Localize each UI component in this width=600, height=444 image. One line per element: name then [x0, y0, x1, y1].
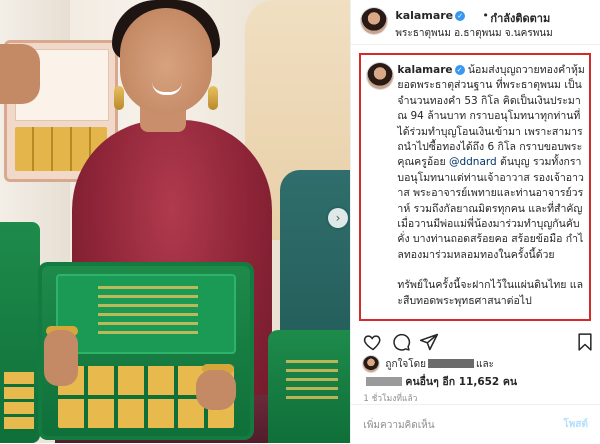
redacted-text [366, 377, 403, 386]
header-separator: • [482, 9, 489, 22]
photo-green-box-left [0, 222, 40, 443]
heart-icon[interactable] [363, 332, 383, 352]
photo-earring [208, 86, 218, 110]
comment-icon[interactable] [391, 332, 411, 352]
comment-input[interactable] [363, 417, 544, 433]
post-caption: kalamare ✓ น้อมส่งบุญถวายทองคำหุ้มยอดพระธ… [397, 63, 585, 309]
photo-hand-top [0, 44, 40, 104]
post-photo[interactable]: › [0, 0, 351, 443]
bookmark-icon[interactable] [575, 332, 595, 352]
caption-text: ทรัพย์ในครั้งนี้จะฝากไว้ในแผ่นดินไทย และ… [397, 279, 583, 307]
carousel-next-button[interactable]: › [328, 208, 348, 228]
photo-hand-right [196, 370, 236, 410]
post-timestamp[interactable]: 1 ชั่วโมงที่แล้ว [363, 391, 417, 405]
follow-status-button[interactable]: กำลังติดตาม [490, 9, 550, 27]
post-location-link[interactable]: พระธาตุพนม อ.ธาตุพนม จ.นครพนม [395, 26, 552, 41]
post-comment-button[interactable]: โพสต์ [563, 417, 588, 432]
photo-hand-left [44, 330, 78, 386]
avatar[interactable] [363, 356, 380, 372]
avatar[interactable] [361, 8, 388, 34]
caption-text: น้อมส่งบุญถวายทองคำหุ้มยอดพระธาตุส่วนฐาน… [397, 64, 585, 169]
avatar[interactable] [367, 63, 394, 89]
post-actions [351, 330, 600, 354]
post-side-panel: kalamare ✓ • กำลังติดตาม พระธาตุพนม อ.ธาต… [350, 0, 600, 443]
likes-count[interactable]: คนอื่นๆ อีก 11,652 คน [405, 376, 517, 388]
caption-highlight-box: kalamare ✓ น้อมส่งบุญถวายทองคำหุ้มยอดพระธ… [359, 53, 592, 321]
caption-text: ต้นบุญ รวมทั้งกราบอนุโมทนาแด่ท่านเจ้าอาว… [397, 156, 584, 261]
verified-badge-icon: ✓ [455, 11, 466, 21]
share-icon[interactable] [419, 332, 439, 352]
caption-mention-link[interactable]: @ddnard [449, 156, 497, 168]
comment-bar: โพสต์ [351, 404, 600, 444]
verified-badge-icon: ✓ [454, 65, 465, 75]
caption-username[interactable]: kalamare [397, 64, 452, 76]
photo-woman-face [120, 8, 212, 114]
likes-count-line[interactable]: คนอื่นๆ อีก 11,652 คน [363, 373, 517, 390]
instagram-post: › kalamare ✓ • กำลังติดตาม พระธาตุพนม อ.ธ… [0, 0, 600, 443]
redacted-username [428, 359, 474, 368]
header-username[interactable]: kalamare ✓ [395, 9, 466, 22]
likes-summary: ถูกใจโดย และ คนอื่นๆ อีก 11,652 คน [363, 356, 593, 390]
liked-by-line: ถูกใจโดย และ [385, 359, 494, 370]
post-header: kalamare ✓ • กำลังติดตาม พระธาตุพนม อ.ธาต… [351, 0, 600, 45]
photo-green-box-right [268, 330, 351, 443]
photo-earring [114, 86, 124, 110]
